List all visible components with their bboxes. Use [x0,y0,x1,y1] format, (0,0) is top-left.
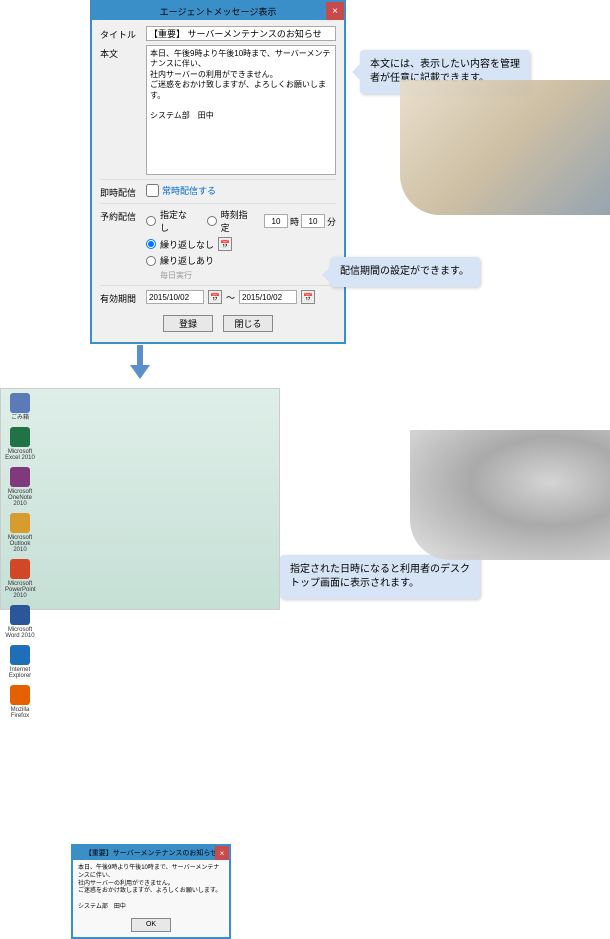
period-label: 有効期間 [100,290,140,305]
radio-norepeat[interactable] [146,239,156,249]
notification-title: 【重要】サーバーメンテナンスのお知らせ [77,848,225,858]
icon-label: Microsoft PowerPoint 2010 [5,581,35,599]
app-icon [10,467,30,487]
desktop-icons: ごみ箱 Microsoft Excel 2010 Microsoft OneNote… [5,393,35,719]
radio-repeat-label: 繰り返しあり [160,254,214,267]
radio-none-row[interactable]: 指定なし 時刻指定 時 分 [146,208,336,234]
app-icon [10,605,30,625]
dialog-body: タイトル 本文 本日、午後9時より午後10時まで、サーバーメンテナンスに伴い、 … [92,20,344,342]
dialog-titlebar[interactable]: エージェントメッセージ表示 × [92,2,344,20]
desktop-icon[interactable]: Mozilla Firefox [5,685,35,719]
icon-label: Mozilla Firefox [5,707,35,719]
app-icon [10,513,30,533]
icon-label: Microsoft Outlook 2010 [5,535,35,553]
close-icon[interactable]: × [326,2,344,20]
desktop-icon[interactable]: Microsoft OneNote 2010 [5,467,35,507]
instant-checkbox-row[interactable]: 常時配信する [146,184,216,197]
body-textarea[interactable]: 本日、午後9時より午後10時まで、サーバーメンテナンスに伴い、 社内サーバーの利… [146,45,336,175]
notification-text: 本日、午後9時より午後10時まで、サーバーメンテナンスに伴い、 社内サーバーの利… [78,865,224,912]
close-button[interactable]: 閉じる [223,315,273,332]
mouse-photo [410,430,610,560]
instant-checkbox[interactable] [146,184,159,197]
ok-button[interactable]: OK [131,918,171,932]
app-icon [10,559,30,579]
desktop-icon[interactable]: Microsoft Outlook 2010 [5,513,35,553]
minute-input[interactable] [301,214,325,228]
app-icon [10,427,30,447]
instant-label: 即時配信 [100,184,140,199]
notification-body: 本日、午後9時より午後10時まで、サーバーメンテナンスに伴い、 社内サーバーの利… [73,860,229,937]
minute-unit: 分 [327,215,336,228]
desktop-icon[interactable]: Microsoft PowerPoint 2010 [5,559,35,599]
icon-label: Microsoft Excel 2010 [5,449,35,461]
radio-time-label: 時刻指定 [221,208,251,234]
app-icon [10,645,30,665]
radio-none-label: 指定なし [160,208,190,234]
radio-time[interactable] [207,216,217,226]
hour-unit: 時 [290,215,299,228]
desktop-icon[interactable]: Internet Explorer [5,645,35,679]
repeat-sub-label: 毎日実行 [160,270,336,281]
radio-norepeat-label: 繰り返しなし [160,238,214,251]
agent-message-dialog: エージェントメッセージ表示 × タイトル 本文 本日、午後9時より午後10時まで… [90,0,346,344]
title-input[interactable] [146,26,336,41]
hour-input[interactable] [264,214,288,228]
close-icon[interactable]: × [215,846,229,860]
radio-repeat-row[interactable]: 繰り返しあり [146,254,336,267]
arrow-down-icon [130,345,150,380]
icon-label: ごみ箱 [5,415,35,421]
icon-label: Microsoft OneNote 2010 [5,489,35,507]
dialog-title: エージェントメッセージ表示 [96,5,340,18]
calendar-icon[interactable]: 📅 [301,290,315,304]
keyboard-photo [400,80,610,215]
title-label: タイトル [100,26,140,41]
icon-label: Microsoft Word 2010 [5,627,35,639]
app-icon [10,393,30,413]
radio-repeat[interactable] [146,256,156,266]
schedule-label: 予約配信 [100,208,140,223]
date-from-input[interactable] [146,290,204,304]
body-label: 本文 [100,45,140,60]
notification-titlebar[interactable]: 【重要】サーバーメンテナンスのお知らせ × [73,846,229,860]
radio-none[interactable] [146,216,156,226]
notification-dialog: 【重要】サーバーメンテナンスのお知らせ × 本日、午後9時より午後10時まで、サ… [71,844,231,939]
desktop-icon[interactable]: Microsoft Excel 2010 [5,427,35,461]
desktop-screenshot: ごみ箱 Microsoft Excel 2010 Microsoft OneNote… [0,388,280,610]
icon-label: Internet Explorer [5,667,35,679]
callout-desktop-info: 指定された日時になると利用者のデスクトップ画面に表示されます。 [280,555,480,599]
desktop-icon[interactable]: ごみ箱 [5,393,35,421]
instant-checkbox-label: 常時配信する [162,184,216,197]
callout-period-info: 配信期間の設定ができます。 [330,257,480,287]
register-button[interactable]: 登録 [163,315,213,332]
desktop-icon[interactable]: Microsoft Word 2010 [5,605,35,639]
date-to-input[interactable] [239,290,297,304]
calendar-icon[interactable]: 📅 [208,290,222,304]
date-separator: ～ [226,291,235,304]
radio-norepeat-row[interactable]: 繰り返しなし 📅 [146,237,336,251]
app-icon [10,685,30,705]
calendar-icon[interactable]: 📅 [218,237,232,251]
